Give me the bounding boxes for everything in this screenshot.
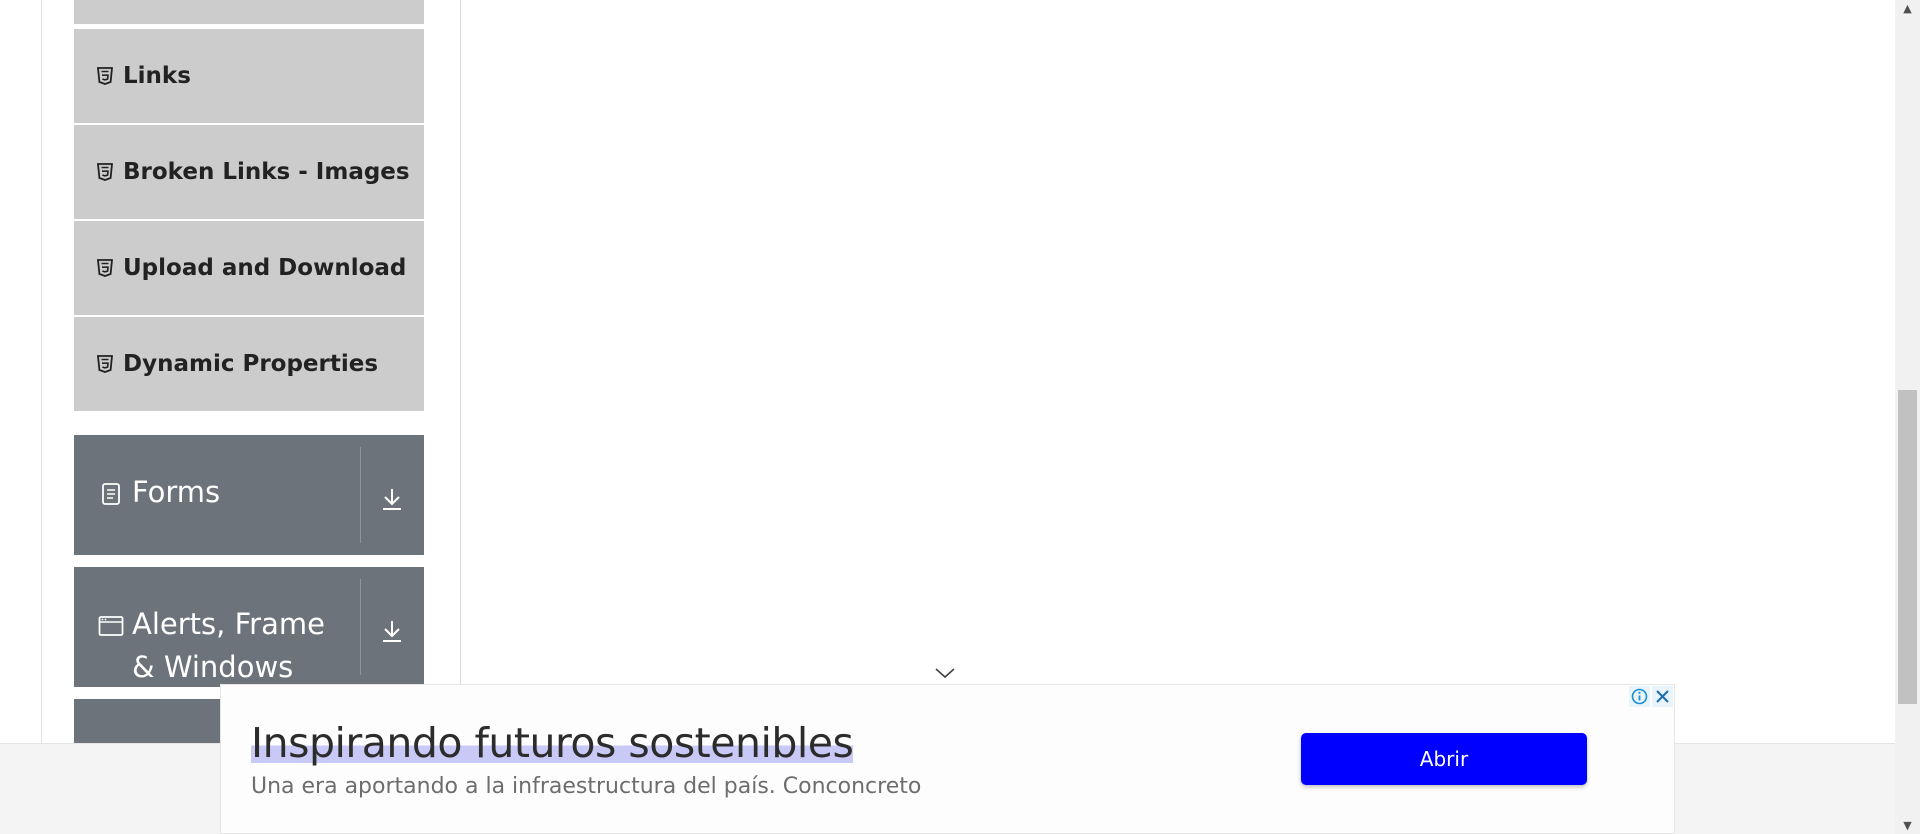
sidebar-item-dynamic-properties[interactable]: Dynamic Properties: [74, 317, 424, 411]
group-label: Forms: [132, 475, 221, 509]
group-header-forms[interactable]: Forms: [74, 435, 424, 555]
container-border: [41, 0, 42, 743]
window-icon: [98, 613, 124, 639]
sidebar-item-broken-links[interactable]: Broken Links - Images: [74, 125, 424, 219]
info-icon[interactable]: [1629, 686, 1650, 707]
sidebar-item-label: Dynamic Properties: [123, 351, 379, 377]
html5-icon: [96, 258, 114, 278]
close-icon[interactable]: [1652, 686, 1673, 707]
group-label: Alerts, Frame & Windows: [132, 607, 325, 684]
sidebar-item-partial[interactable]: [74, 0, 424, 24]
sidebar-item-label: Upload and Download: [123, 255, 407, 281]
ad-description[interactable]: Una era aportando a la infraestructura d…: [251, 774, 921, 799]
ad-open-button[interactable]: Abrir: [1301, 733, 1587, 785]
ad-headline[interactable]: Inspirando futuros sostenibles: [251, 719, 854, 767]
page: Links Broken Links - Images Upload and D…: [0, 0, 1920, 834]
download-arrow-icon[interactable]: [374, 481, 410, 517]
scroll-down-arrow-icon[interactable]: ▼: [1895, 817, 1920, 834]
scrollbar[interactable]: ▲ ▼: [1895, 0, 1920, 834]
group-divider: [360, 579, 361, 675]
group-divider: [360, 447, 361, 543]
sidebar-item-links[interactable]: Links: [74, 29, 424, 123]
ad-banner[interactable]: Inspirando futuros sostenibles Una era a…: [220, 684, 1675, 834]
sidebar-border: [460, 0, 461, 743]
sidebar-item-upload-download[interactable]: Upload and Download: [74, 221, 424, 315]
html5-icon: [96, 162, 114, 182]
sidebar-item-label: Broken Links - Images: [123, 159, 410, 185]
chevron-down-icon[interactable]: [932, 664, 958, 682]
document-icon: [98, 481, 124, 507]
html5-icon: [96, 66, 114, 86]
sidebar-item-label: Links: [123, 63, 191, 89]
scroll-up-arrow-icon[interactable]: ▲: [1895, 0, 1920, 17]
download-arrow-icon[interactable]: [374, 613, 410, 649]
group-header-alerts-frame-windows[interactable]: Alerts, Frame & Windows: [74, 567, 424, 687]
scrollbar-thumb[interactable]: [1898, 390, 1917, 704]
html5-icon: [96, 354, 114, 374]
